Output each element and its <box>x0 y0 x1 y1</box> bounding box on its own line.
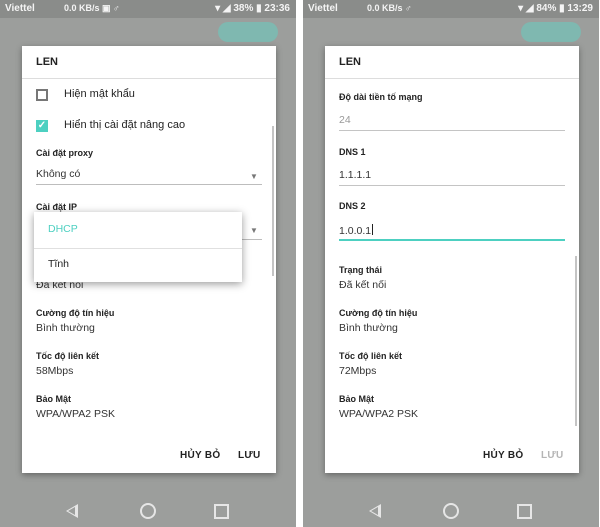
show-advanced-checkbox[interactable]: ✓ <box>36 120 48 132</box>
phone-screen-right: Viettel 0.0 KB/s ♂ ▾ ◢ 84% ▮ 13:29 LEN Đ… <box>303 0 599 527</box>
prefix-length-field[interactable]: 24 <box>339 114 351 126</box>
recent-apps-icon[interactable] <box>214 504 229 519</box>
proxy-label: Cài đặt proxy <box>36 148 94 158</box>
status-bar: Viettel 0.0 KB/s ♂ ▾ ◢ 84% ▮ 13:29 <box>303 0 599 18</box>
cancel-button[interactable]: HỦY BỎ <box>483 450 524 461</box>
phone-screen-left: Viettel 0.0 KB/s ▣ ♂ ▾ ◢ 38% ▮ 23:36 LEN… <box>0 0 296 527</box>
signal-label: Cường độ tín hiệu <box>339 308 418 318</box>
battery-level: 84% <box>536 3 557 14</box>
background-toggle <box>218 22 278 42</box>
state-value: Đã kết nối <box>339 279 387 291</box>
status-right: ▾ ◢ 84% ▮ 13:29 <box>518 3 593 14</box>
wifi-dialog: LEN Độ dài tiền tố mạng 24 DNS 1 1.1.1.1… <box>325 46 579 473</box>
wifi-dialog: LEN Hiện mật khẩu ✓ Hiển thị cài đặt nân… <box>22 46 276 473</box>
link-speed-value: 72Mbps <box>339 365 377 377</box>
show-password-row[interactable]: Hiện mật khẩu <box>36 88 236 106</box>
prefix-length-label: Độ dài tiền tố mạng <box>339 92 423 102</box>
home-icon[interactable] <box>443 503 459 519</box>
text-cursor <box>372 224 374 235</box>
wifi-signal-icon: ▾ ◢ <box>518 3 537 14</box>
dialog-title: LEN <box>36 56 58 68</box>
cancel-button[interactable]: HỦY BỎ <box>180 450 221 461</box>
link-speed-label: Tốc độ liên kết <box>36 351 100 361</box>
navigation-bar <box>0 498 296 527</box>
ip-settings-dropdown: DHCP Tĩnh <box>34 212 242 282</box>
navigation-bar <box>303 498 599 527</box>
show-advanced-label: Hiển thị cài đặt nâng cao <box>64 119 186 131</box>
background-toggle <box>521 22 581 42</box>
clock: 23:36 <box>264 3 290 14</box>
divider <box>339 185 565 186</box>
signal-label: Cường độ tín hiệu <box>36 308 115 318</box>
security-label: Bảo Mật <box>339 394 375 404</box>
show-advanced-row[interactable]: ✓ Hiển thị cài đặt nâng cao <box>36 119 236 137</box>
dns1-field[interactable]: 1.1.1.1 <box>339 169 371 181</box>
recent-apps-icon[interactable] <box>517 504 532 519</box>
back-icon[interactable] <box>66 504 78 518</box>
dropdown-option-static[interactable]: Tĩnh <box>48 258 69 270</box>
security-label: Bảo Mật <box>36 394 72 404</box>
chevron-down-icon[interactable]: ▼ <box>250 172 258 181</box>
dns2-label: DNS 2 <box>339 201 366 211</box>
save-button[interactable]: LƯU <box>238 450 261 461</box>
divider <box>325 78 579 79</box>
signal-value: Bình thường <box>36 322 95 334</box>
ip-settings-label: Cài đặt IP <box>36 202 78 212</box>
status-right: ▾ ◢ 38% ▮ 23:36 <box>215 3 290 14</box>
carrier-name: Viettel <box>308 3 338 14</box>
clock: 13:29 <box>567 3 593 14</box>
notification-icons: 0.0 KB/s ▣ ♂ <box>64 3 120 13</box>
chevron-down-icon[interactable]: ▼ <box>250 226 258 235</box>
save-button[interactable]: LƯU <box>541 450 564 461</box>
dns2-value: 1.0.0.1 <box>339 225 372 237</box>
divider <box>339 239 565 241</box>
dialog-title: LEN <box>339 56 361 68</box>
notification-icons: 0.0 KB/s ♂ <box>367 3 412 13</box>
carrier-name: Viettel <box>5 3 35 14</box>
status-bar: Viettel 0.0 KB/s ▣ ♂ ▾ ◢ 38% ▮ 23:36 <box>0 0 296 18</box>
security-value: WPA/WPA2 PSK <box>36 408 115 420</box>
dropdown-option-dhcp[interactable]: DHCP <box>48 223 78 235</box>
proxy-spinner[interactable]: Không có <box>36 168 80 180</box>
battery-level: 38% <box>233 3 254 14</box>
show-password-checkbox[interactable] <box>36 89 48 101</box>
show-password-label: Hiện mật khẩu <box>64 88 135 100</box>
link-speed-value: 58Mbps <box>36 365 74 377</box>
back-icon[interactable] <box>369 504 381 518</box>
divider <box>22 78 276 79</box>
state-label: Trạng thái <box>339 265 383 275</box>
divider <box>36 184 262 185</box>
check-icon: ✓ <box>37 120 47 131</box>
dns2-field[interactable]: 1.0.0.1 <box>339 224 374 237</box>
scrollbar[interactable] <box>272 126 274 276</box>
signal-value: Bình thường <box>339 322 398 334</box>
home-icon[interactable] <box>140 503 156 519</box>
wifi-signal-icon: ▾ ◢ <box>215 3 234 14</box>
link-speed-label: Tốc độ liên kết <box>339 351 403 361</box>
security-value: WPA/WPA2 PSK <box>339 408 418 420</box>
dns1-label: DNS 1 <box>339 147 366 157</box>
divider <box>34 248 242 249</box>
scrollbar[interactable] <box>575 256 577 426</box>
divider <box>339 130 565 131</box>
